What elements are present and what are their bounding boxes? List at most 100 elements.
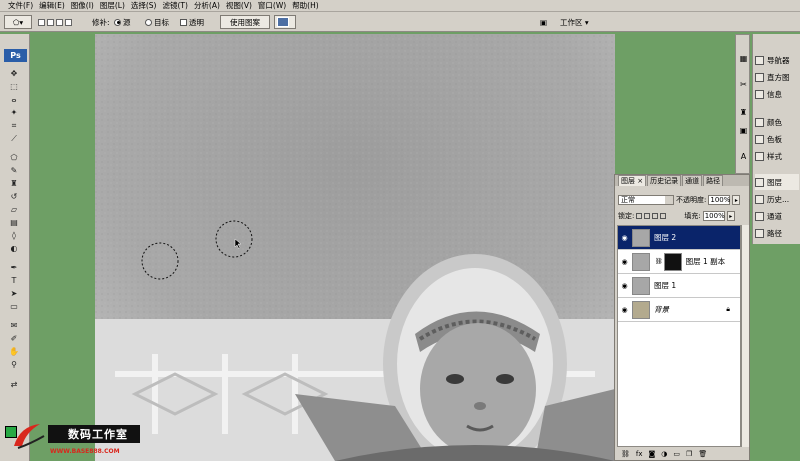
- character-panel-icon[interactable]: A: [738, 151, 749, 162]
- layer-mask-thumbnail[interactable]: [663, 252, 682, 271]
- menu-image[interactable]: 图像(I): [71, 0, 94, 11]
- folder-icon[interactable]: ▭: [673, 450, 680, 458]
- styles-panel-tab[interactable]: 样式: [755, 148, 799, 164]
- opacity-slider-button[interactable]: ▸: [732, 195, 741, 205]
- styles-label: 样式: [767, 151, 782, 161]
- tab-history[interactable]: 历史记录: [647, 175, 682, 186]
- layers-icon: [755, 177, 764, 187]
- menu-edit[interactable]: 编辑(E): [39, 0, 65, 11]
- trash-icon[interactable]: 🗑︎: [698, 450, 707, 458]
- fill-field[interactable]: 100%: [702, 211, 725, 221]
- mask-icon[interactable]: ◙: [649, 450, 656, 458]
- tab-channels[interactable]: 通道: [682, 175, 703, 186]
- clone-source-icon[interactable]: ♜: [738, 107, 749, 118]
- transparent-label: 透明: [189, 17, 204, 27]
- hand-tool-icon[interactable]: ✋: [7, 346, 21, 357]
- eraser-tool-icon[interactable]: ▱: [7, 204, 21, 215]
- color-panel-tab[interactable]: 颜色: [755, 114, 799, 130]
- brush-panel-icon[interactable]: ▦: [738, 53, 749, 64]
- visibility-eye-icon[interactable]: ◉: [619, 232, 630, 243]
- tool-preset-picker[interactable]: ⬠ ▾: [4, 15, 32, 29]
- lock-position-icon[interactable]: [652, 213, 659, 219]
- eyedropper-tool-icon[interactable]: ✐: [7, 333, 21, 344]
- fill-slider-button[interactable]: ▸: [726, 211, 735, 221]
- brush-tool-icon[interactable]: ✎: [7, 165, 21, 176]
- lock-transparency-icon[interactable]: [636, 213, 643, 219]
- layer-list-scrollbar[interactable]: [741, 225, 749, 447]
- menu-analysis[interactable]: 分析(A): [194, 0, 220, 11]
- target-radio[interactable]: 目标: [145, 15, 169, 29]
- target-label: 目标: [154, 17, 169, 27]
- path-select-icon[interactable]: ➤: [7, 288, 21, 299]
- histogram-panel-tab[interactable]: 直方图: [755, 69, 799, 85]
- layer-row[interactable]: ◉ 图层 2: [618, 226, 740, 250]
- marquee-tool-icon[interactable]: ⬚: [7, 81, 21, 92]
- use-pattern-button[interactable]: 使用图案: [220, 15, 270, 29]
- crop-tool-icon[interactable]: ⌗: [7, 120, 21, 131]
- visibility-eye-icon[interactable]: ◉: [619, 256, 630, 267]
- history-brush-icon[interactable]: ↺: [7, 191, 21, 202]
- fx-icon[interactable]: fx: [636, 450, 643, 458]
- dodge-tool-icon[interactable]: ◐: [7, 243, 21, 254]
- layer-row[interactable]: ◉ ⛓ 图层 1 副本: [618, 250, 740, 274]
- link-icon[interactable]: ⛓: [621, 450, 630, 458]
- new-selection-icon[interactable]: [38, 18, 45, 26]
- navigator-panel-tab[interactable]: 导航器: [755, 52, 799, 68]
- info-panel-tab[interactable]: 信息: [755, 86, 799, 102]
- menu-view[interactable]: 视图(V): [226, 0, 252, 11]
- layer-row[interactable]: ◉ 图层 1: [618, 274, 740, 298]
- opacity-field[interactable]: 100%: [708, 195, 730, 205]
- transparent-checkbox[interactable]: 透明: [180, 15, 204, 29]
- paths-panel-tab[interactable]: 路径: [755, 225, 799, 241]
- pattern-picker[interactable]: [274, 15, 296, 29]
- add-selection-icon[interactable]: [47, 18, 54, 26]
- layers-panel-tab[interactable]: 图层: [755, 174, 799, 190]
- magic-wand-tool-icon[interactable]: ✦: [7, 107, 21, 118]
- workspace-button[interactable]: 工作区 ▾: [560, 15, 604, 29]
- type-tool-icon[interactable]: T: [7, 275, 21, 286]
- tool-presets-icon[interactable]: ✂: [738, 79, 749, 90]
- visibility-eye-icon[interactable]: ◉: [619, 304, 630, 315]
- shape-tool-icon[interactable]: ▭: [7, 301, 21, 312]
- zoom-tool-icon[interactable]: ⚲: [7, 359, 21, 370]
- visibility-eye-icon[interactable]: ◉: [619, 280, 630, 291]
- radio-source-dot: [114, 18, 121, 26]
- patch-tool-icon[interactable]: ⬠: [7, 152, 21, 163]
- swatches-panel-tab[interactable]: 色板: [755, 131, 799, 147]
- menu-layer[interactable]: 图层(L): [100, 0, 125, 11]
- menu-bar: 文件(F) 编辑(E) 图像(I) 图层(L) 选择(S) 滤镜(T) 分析(A…: [0, 0, 800, 12]
- notes-tool-icon[interactable]: ✉: [7, 320, 21, 331]
- lock-all-icon[interactable]: [660, 213, 667, 219]
- selection-mode-group: [38, 15, 73, 29]
- menu-help[interactable]: 帮助(H): [292, 0, 319, 11]
- stamp-tool-icon[interactable]: ♜: [7, 178, 21, 189]
- intersect-selection-icon[interactable]: [65, 18, 72, 26]
- subtract-selection-icon[interactable]: [56, 18, 63, 26]
- blur-tool-icon[interactable]: ◊: [7, 230, 21, 241]
- source-radio[interactable]: 源: [114, 15, 131, 29]
- layer-comps-icon[interactable]: ▣: [738, 125, 749, 136]
- blend-mode-select[interactable]: 正常: [618, 195, 674, 205]
- history-panel-tab[interactable]: 历史...: [755, 191, 799, 207]
- gradient-tool-icon[interactable]: ▤: [7, 217, 21, 228]
- swap-colors-icon[interactable]: ⇄: [7, 379, 21, 390]
- move-tool-icon[interactable]: ✥: [7, 68, 21, 79]
- lock-pixels-icon[interactable]: [644, 213, 651, 219]
- channels-panel-tab[interactable]: 通道: [755, 208, 799, 224]
- new-layer-icon[interactable]: ❐: [686, 450, 692, 458]
- adjustment-icon[interactable]: ◑: [661, 450, 667, 458]
- layer-name: 图层 1 副本: [685, 257, 726, 266]
- menu-select[interactable]: 选择(S): [131, 0, 157, 11]
- lasso-tool-icon[interactable]: ⴰ: [7, 94, 21, 105]
- tab-layers[interactable]: 图层 ×: [618, 175, 647, 186]
- image-canvas[interactable]: [95, 34, 615, 461]
- menu-file[interactable]: 文件(F): [8, 0, 33, 11]
- menu-filter[interactable]: 滤镜(T): [163, 0, 188, 11]
- pen-tool-icon[interactable]: ✒: [7, 262, 21, 273]
- tab-paths[interactable]: 路径: [703, 175, 724, 186]
- menu-window[interactable]: 窗口(W): [258, 0, 286, 11]
- layer-row[interactable]: ◉ 背景 🔒︎: [618, 298, 740, 322]
- radio-target-dot: [145, 18, 152, 26]
- slice-tool-icon[interactable]: ⟋: [7, 133, 21, 144]
- palette-well-icon[interactable]: ▣: [540, 18, 547, 27]
